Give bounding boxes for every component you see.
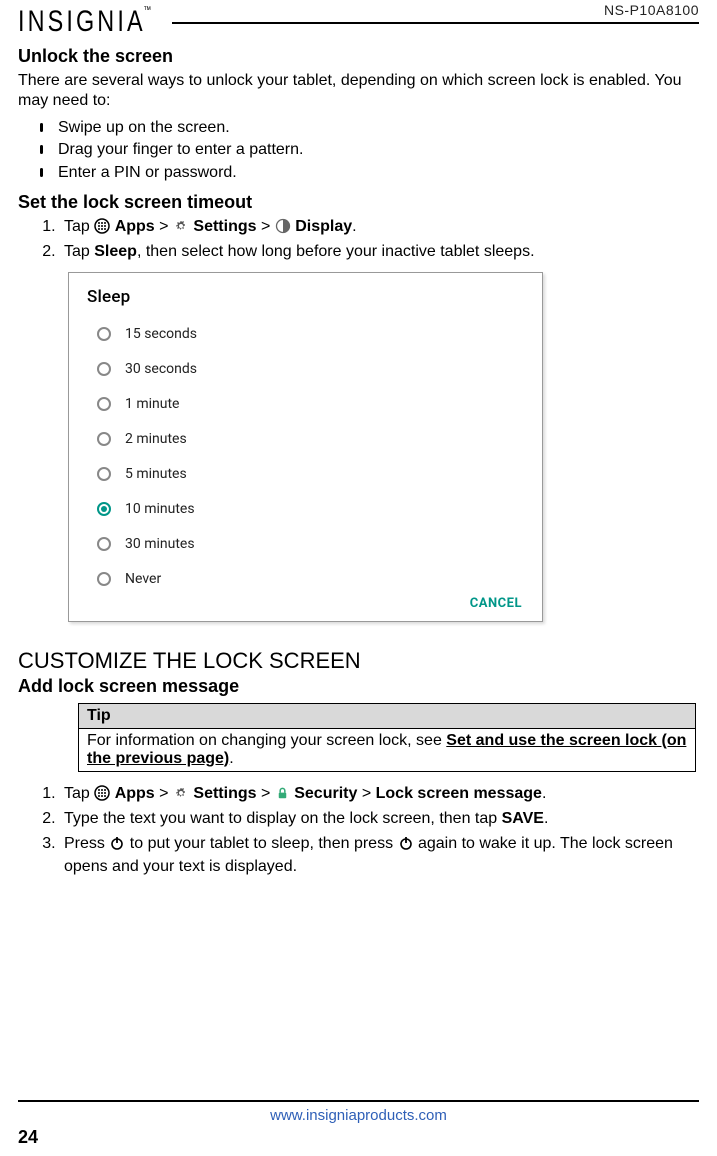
list-item: Tap Apps > Settings > Security > Lock sc… bbox=[60, 782, 699, 805]
sleep-option[interactable]: 15 seconds bbox=[87, 317, 524, 352]
sleep-option-label: 5 minutes bbox=[125, 466, 187, 482]
timeout-steps: Tap Apps > Settings > Display. Tap Sleep… bbox=[40, 215, 699, 263]
sleep-option-label: 15 seconds bbox=[125, 326, 197, 342]
sleep-option[interactable]: 2 minutes bbox=[87, 422, 524, 457]
unlock-bullets: Swipe up on the screen. Drag your finger… bbox=[58, 117, 699, 184]
model-number: NS-P10A8100 bbox=[604, 2, 699, 18]
customize-title: CUSTOMIZE THE LOCK SCREEN bbox=[18, 648, 699, 674]
tip-box: Tip For information on changing your scr… bbox=[78, 703, 696, 772]
list-item: Enter a PIN or password. bbox=[58, 162, 699, 184]
radio-icon bbox=[97, 327, 111, 341]
radio-icon bbox=[97, 467, 111, 481]
sleep-option-label: 10 minutes bbox=[125, 501, 195, 517]
power-icon bbox=[109, 835, 125, 851]
lock-icon bbox=[275, 786, 290, 801]
brand-text: INSIGNIA bbox=[18, 5, 146, 38]
gear-icon bbox=[173, 785, 189, 801]
addmsg-steps: Tap Apps > Settings > Security > Lock sc… bbox=[40, 782, 699, 879]
trademark-symbol: ™ bbox=[143, 5, 151, 16]
list-item: Tap Apps > Settings > Display. bbox=[60, 215, 699, 238]
list-item: Type the text you want to display on the… bbox=[60, 807, 699, 830]
list-item: Swipe up on the screen. bbox=[58, 117, 699, 139]
unlock-title: Unlock the screen bbox=[18, 46, 699, 67]
sleep-option-label: 30 minutes bbox=[125, 536, 195, 552]
tip-body: For information on changing your screen … bbox=[79, 728, 696, 771]
radio-icon bbox=[97, 432, 111, 446]
sleep-option-label: Never bbox=[125, 571, 161, 587]
radio-icon bbox=[97, 362, 111, 376]
radio-icon bbox=[97, 397, 111, 411]
list-item: Tap Sleep, then select how long before y… bbox=[60, 240, 699, 263]
list-item: Drag your finger to enter a pattern. bbox=[58, 139, 699, 161]
list-item: Press to put your tablet to sleep, then … bbox=[60, 832, 699, 878]
apps-grid-icon bbox=[94, 218, 110, 234]
display-contrast-icon bbox=[275, 218, 291, 234]
timeout-title: Set the lock screen timeout bbox=[18, 192, 699, 213]
gear-icon bbox=[173, 218, 189, 234]
dialog-title: Sleep bbox=[87, 287, 524, 307]
header-rule bbox=[172, 22, 699, 24]
sleep-option[interactable]: 1 minute bbox=[87, 387, 524, 422]
sleep-option-label: 30 seconds bbox=[125, 361, 197, 377]
sleep-option-label: 1 minute bbox=[125, 396, 179, 412]
sleep-option[interactable]: 10 minutes bbox=[87, 492, 524, 527]
footer-rule bbox=[18, 1100, 699, 1102]
radio-icon bbox=[97, 537, 111, 551]
power-icon bbox=[398, 835, 414, 851]
brand-logo: INSIGNIA™ bbox=[18, 5, 151, 39]
sleep-option[interactable]: 30 seconds bbox=[87, 352, 524, 387]
tip-header: Tip bbox=[79, 703, 696, 728]
apps-grid-icon bbox=[94, 785, 110, 801]
footer-url: www.insigniaproducts.com bbox=[0, 1107, 717, 1124]
sleep-option[interactable]: 5 minutes bbox=[87, 457, 524, 492]
sleep-dialog: Sleep 15 seconds 30 seconds 1 minute 2 minu… bbox=[68, 272, 543, 622]
sleep-option[interactable]: 30 minutes bbox=[87, 527, 524, 562]
unlock-intro: There are several ways to unlock your ta… bbox=[18, 71, 699, 111]
sleep-option-label: 2 minutes bbox=[125, 431, 187, 447]
cancel-button[interactable]: CANCEL bbox=[470, 596, 522, 611]
addmsg-title: Add lock screen message bbox=[18, 676, 699, 697]
sleep-option[interactable]: Never bbox=[87, 562, 524, 597]
radio-icon bbox=[97, 502, 111, 516]
radio-icon bbox=[97, 572, 111, 586]
page-number: 24 bbox=[18, 1127, 38, 1148]
